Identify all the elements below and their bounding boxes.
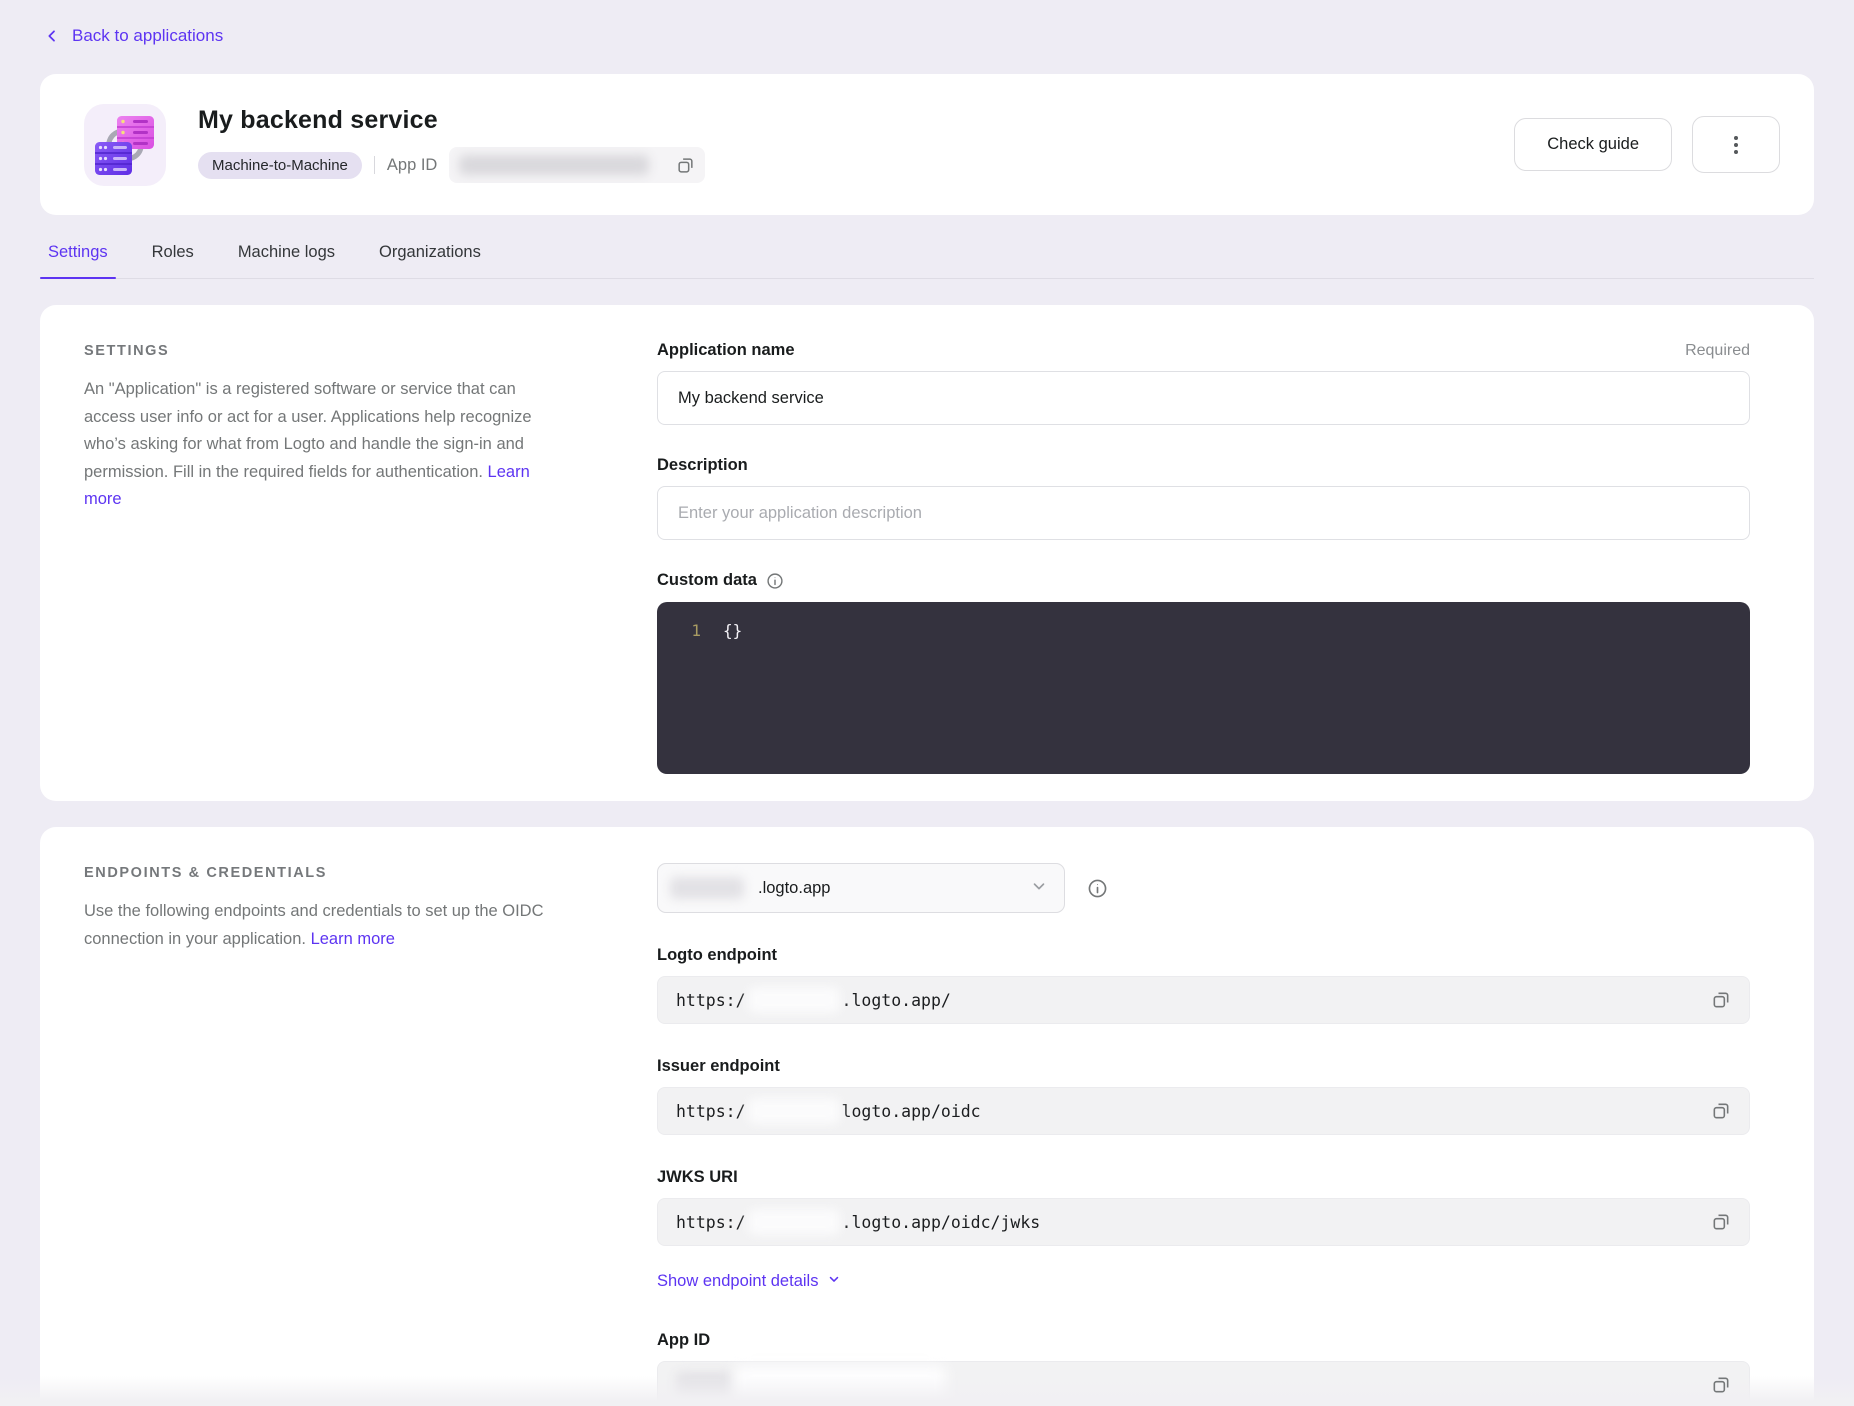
settings-section-heading: SETTINGS	[84, 343, 552, 359]
redacted-tenant-id	[748, 1209, 840, 1235]
redacted-app-id	[734, 1365, 946, 1405]
logto-endpoint-group: Logto endpoint https:/ .logto.app/	[657, 946, 1750, 1024]
endpoint-suffix: .logto.app/oidc/jwks	[842, 1213, 1041, 1232]
more-actions-button[interactable]	[1692, 116, 1780, 173]
tab-roles[interactable]: Roles	[152, 243, 194, 278]
custom-data-label: Custom data	[657, 571, 757, 590]
application-name-input[interactable]	[657, 371, 1750, 425]
app-id-field	[657, 1361, 1750, 1406]
app-type-badge: Machine-to-Machine	[198, 152, 362, 179]
settings-section-description: An "Application" is a registered softwar…	[84, 376, 552, 514]
redacted-tenant-id	[748, 1098, 840, 1124]
app-header-card: My backend service Machine-to-Machine Ap…	[40, 74, 1814, 215]
domain-select-row: .logto.app	[657, 863, 1750, 913]
tab-machine-logs[interactable]: Machine logs	[238, 243, 335, 278]
settings-form: Application name Required Description Cu…	[657, 341, 1750, 767]
copy-jwks-uri-button[interactable]	[1709, 1210, 1733, 1234]
page-title: My backend service	[198, 106, 1514, 135]
logto-endpoint-label: Logto endpoint	[657, 946, 777, 965]
code-content: {}	[701, 618, 742, 644]
kebab-menu-icon	[1727, 134, 1745, 156]
domain-select[interactable]: .logto.app	[657, 863, 1065, 913]
endpoints-section-description: Use the following endpoints and credenti…	[84, 898, 552, 953]
issuer-endpoint-label: Issuer endpoint	[657, 1057, 780, 1076]
issuer-endpoint-group: Issuer endpoint https:/ logto.app/oidc	[657, 1057, 1750, 1135]
redacted-app-id	[676, 1372, 734, 1398]
application-name-label: Application name	[657, 341, 795, 360]
jwks-uri-field: https:/ .logto.app/oidc/jwks	[657, 1198, 1750, 1246]
endpoints-section-heading: ENDPOINTS & CREDENTIALS	[84, 865, 552, 881]
code-line: 1 {}	[657, 618, 1750, 644]
issuer-endpoint-field: https:/ logto.app/oidc	[657, 1087, 1750, 1135]
redacted-app-id	[459, 155, 649, 175]
header-actions: Check guide	[1514, 116, 1780, 173]
jwks-uri-label: JWKS URI	[657, 1168, 738, 1187]
endpoints-section-intro: ENDPOINTS & CREDENTIALS Use the followin…	[84, 863, 552, 1406]
domain-select-value: .logto.app	[758, 879, 1030, 898]
endpoint-prefix: https:/	[676, 1213, 746, 1232]
back-link-label: Back to applications	[72, 26, 223, 46]
copy-app-id-field-button[interactable]	[1709, 1373, 1733, 1397]
logto-endpoint-field: https:/ .logto.app/	[657, 976, 1750, 1024]
required-hint: Required	[1685, 342, 1750, 360]
app-header-info: My backend service Machine-to-Machine Ap…	[198, 106, 1514, 183]
app-meta-row: Machine-to-Machine App ID	[198, 147, 1514, 183]
endpoint-prefix: https:/	[676, 991, 746, 1010]
meta-divider	[374, 156, 375, 174]
tab-settings[interactable]: Settings	[48, 243, 108, 278]
app-id-field-label: App ID	[657, 1331, 710, 1350]
chevron-down-icon	[1030, 877, 1048, 900]
endpoint-suffix: logto.app/oidc	[842, 1102, 981, 1121]
custom-data-group: Custom data 1 {}	[657, 571, 1750, 774]
copy-logto-endpoint-button[interactable]	[1709, 988, 1733, 1012]
chevron-down-icon	[827, 1272, 841, 1291]
show-endpoint-details-link[interactable]: Show endpoint details	[657, 1272, 841, 1291]
code-line-number: 1	[657, 618, 701, 644]
app-id-value-redacted	[449, 147, 705, 183]
description-input[interactable]	[657, 486, 1750, 540]
tab-organizations[interactable]: Organizations	[379, 243, 481, 278]
copy-icon	[1711, 1101, 1731, 1121]
chevron-left-icon	[44, 28, 60, 44]
jwks-uri-group: JWKS URI https:/ .logto.app/oidc/jwks	[657, 1168, 1750, 1246]
endpoints-learn-more-link[interactable]: Learn more	[311, 930, 395, 948]
endpoints-credentials-card: ENDPOINTS & CREDENTIALS Use the followin…	[40, 827, 1814, 1406]
domain-info-icon[interactable]	[1087, 878, 1108, 899]
redacted-tenant-id	[670, 877, 744, 899]
application-details-page: Back to applications	[0, 0, 1854, 1406]
copy-icon	[1711, 990, 1731, 1010]
redacted-tenant-id	[748, 987, 840, 1013]
endpoint-suffix: .logto.app/	[842, 991, 951, 1010]
copy-issuer-endpoint-button[interactable]	[1709, 1099, 1733, 1123]
check-guide-button[interactable]: Check guide	[1514, 118, 1672, 171]
description-group: Description	[657, 456, 1750, 540]
copy-icon	[676, 156, 695, 175]
endpoints-form: .logto.app Logto endpoint ht	[657, 863, 1750, 1406]
machine-to-machine-app-icon	[84, 104, 166, 186]
description-label: Description	[657, 456, 748, 475]
settings-section-intro: SETTINGS An "Application" is a registere…	[84, 341, 552, 767]
application-name-group: Application name Required	[657, 341, 1750, 425]
app-id-label: App ID	[387, 156, 437, 175]
custom-data-code-editor[interactable]: 1 {}	[657, 602, 1750, 774]
app-tabs: Settings Roles Machine logs Organization…	[40, 243, 1814, 279]
copy-app-id-button[interactable]	[674, 154, 697, 177]
endpoint-prefix: https:/	[676, 1102, 746, 1121]
custom-data-info-icon[interactable]	[766, 572, 784, 590]
copy-icon	[1711, 1212, 1731, 1232]
back-to-applications-link[interactable]: Back to applications	[44, 26, 223, 46]
app-id-group: App ID	[657, 1331, 1750, 1406]
settings-card: SETTINGS An "Application" is a registere…	[40, 305, 1814, 801]
copy-icon	[1711, 1375, 1731, 1395]
